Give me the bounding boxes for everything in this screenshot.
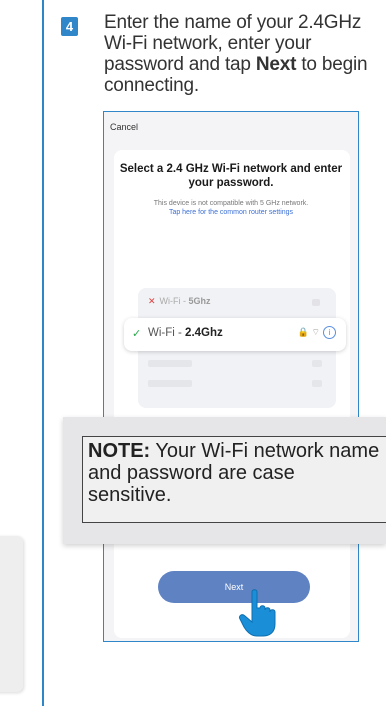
network-row-5ghz[interactable]: ✕ Wi-Fi - 5Ghz — [148, 296, 211, 307]
placeholder-bar — [148, 380, 192, 387]
placeholder-bar — [312, 380, 322, 387]
wifi-icon: ⌔ — [311, 327, 320, 337]
lock-icon: 🔒 — [297, 327, 310, 337]
info-icon[interactable]: i — [323, 326, 336, 339]
note-label: NOTE: — [88, 440, 151, 462]
cancel-link[interactable]: Cancel — [110, 122, 138, 132]
error-x-icon: ✕ — [148, 296, 156, 306]
network-row-2-4ghz[interactable]: ✓ Wi-Fi - 2.4Ghz 🔒 ⌔ i — [124, 318, 346, 351]
tap-hand-icon — [239, 589, 276, 637]
network-band: 2.4Ghz — [185, 327, 223, 339]
phone-screenshot: Cancel Select a 2.4 GHz Wi-Fi network an… — [103, 111, 359, 642]
network-band: 5Ghz — [188, 296, 211, 306]
step-number-badge: 4 — [61, 17, 78, 36]
check-icon: ✓ — [132, 328, 142, 340]
router-settings-link[interactable]: Tap here for the common router settings — [114, 209, 348, 216]
next-button[interactable]: Next — [158, 571, 310, 603]
margin-rule — [42, 0, 44, 706]
side-card — [0, 536, 23, 692]
network-status-icons: 🔒 ⌔ i — [298, 326, 336, 339]
step-instruction: Enter the name of your 2.4GHz Wi-Fi netw… — [104, 12, 384, 96]
placeholder-bar — [148, 360, 192, 367]
screen-subtitle: This device is not compatible with 5 GHz… — [153, 200, 309, 207]
network-name: Wi-Fi - 2.4Ghz — [148, 327, 223, 339]
step-text-bold: Next — [255, 54, 297, 75]
placeholder-bar — [312, 360, 322, 367]
screen-title: Select a 2.4 GHz Wi-Fi network and enter… — [119, 163, 343, 189]
note-text: NOTE: Your Wi-Fi network name and passwo… — [88, 440, 380, 506]
network-prefix: Wi-Fi - — [148, 327, 186, 339]
network-prefix: Wi-Fi - — [159, 296, 189, 306]
placeholder-icon — [312, 299, 320, 306]
